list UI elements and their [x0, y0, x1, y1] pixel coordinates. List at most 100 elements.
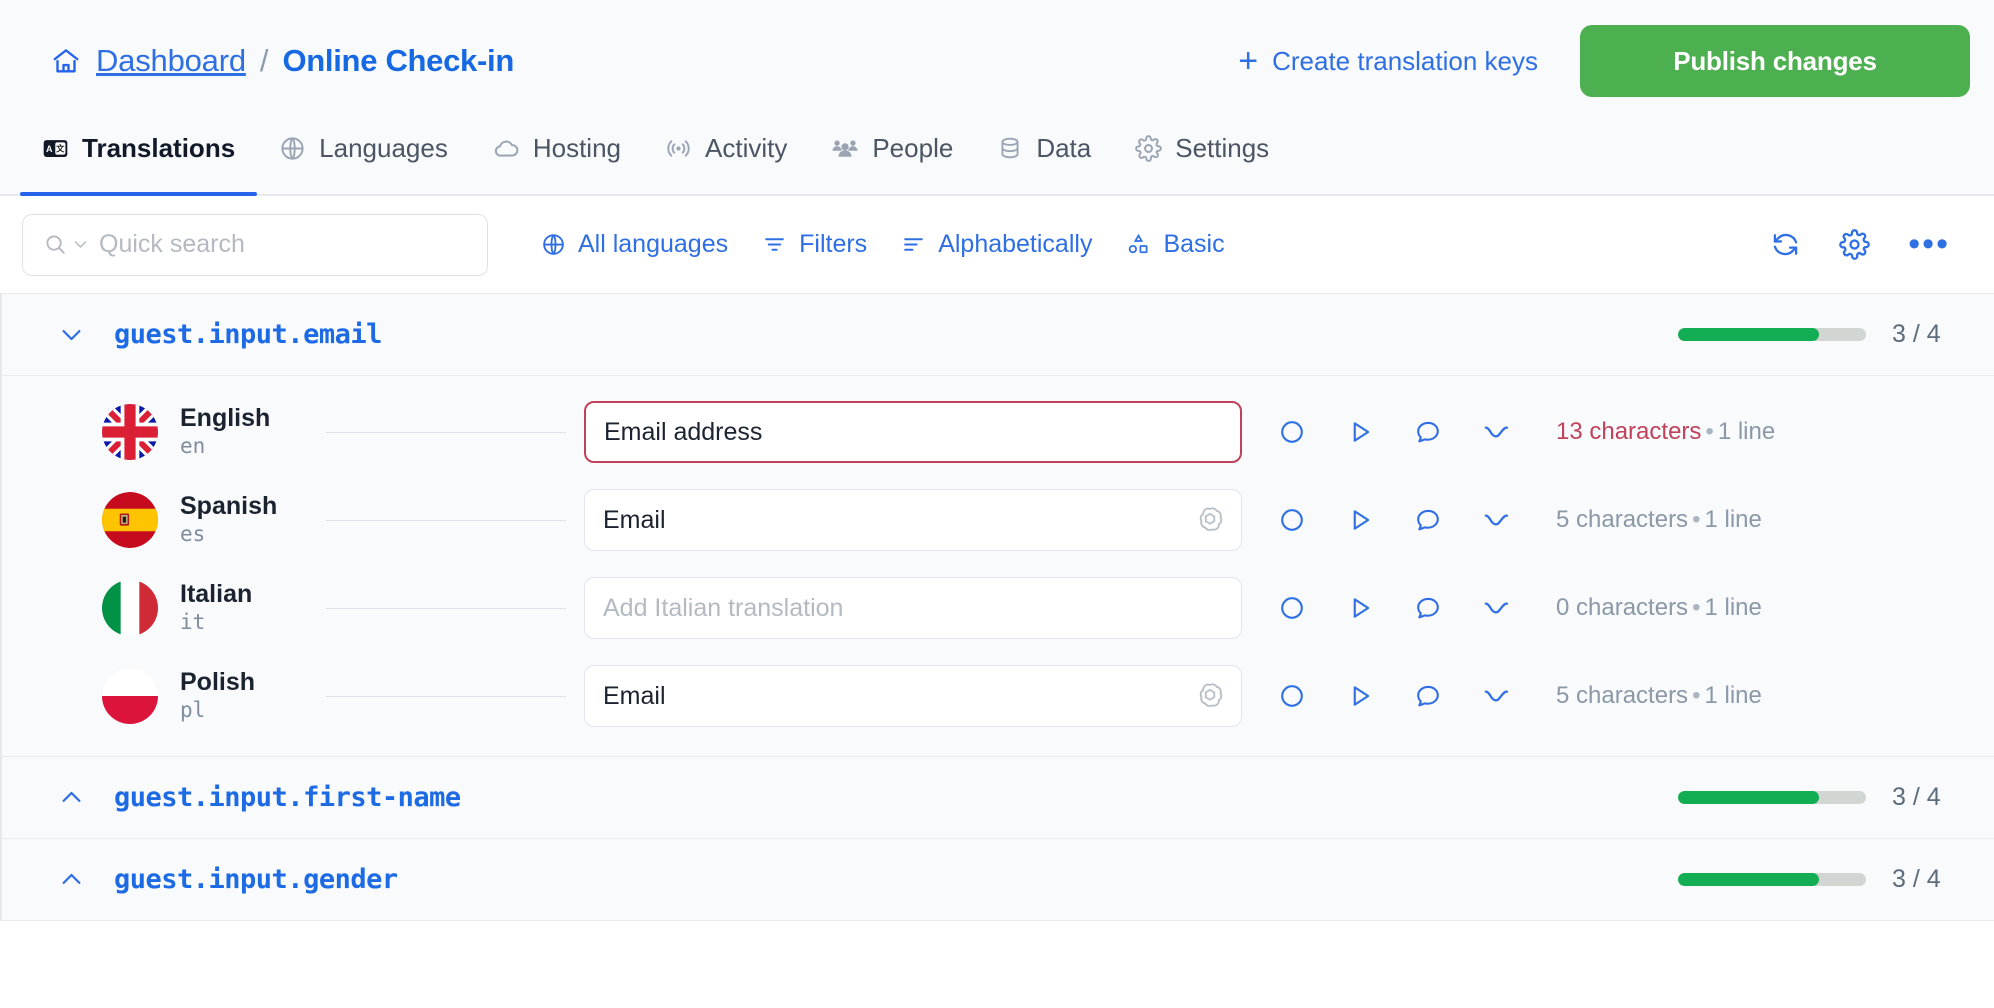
app-root: Dashboard / Online Check-in + Create tra… — [0, 0, 1994, 1008]
comment-icon[interactable] — [1414, 682, 1442, 710]
key-group-header-email[interactable]: guest.input.email 3 / 4 — [0, 294, 1994, 376]
openai-icon[interactable] — [1195, 505, 1225, 535]
line-count-value: 1 line — [1717, 418, 1776, 445]
character-count-value: 0 characters — [1556, 594, 1689, 621]
tag-icon[interactable] — [1482, 417, 1512, 447]
progress-bar — [1678, 791, 1866, 804]
play-icon[interactable] — [1346, 682, 1374, 710]
translation-input-es[interactable]: Email — [584, 489, 1242, 551]
sort-alphabetically[interactable]: Alphabetically — [884, 230, 1109, 259]
play-icon[interactable] — [1346, 594, 1374, 622]
home-icon[interactable] — [50, 45, 82, 77]
tab-data[interactable]: Data — [975, 122, 1113, 194]
publish-changes-button[interactable]: Publish changes — [1580, 25, 1970, 97]
sort-icon — [901, 232, 926, 257]
circle-icon[interactable] — [1278, 594, 1306, 622]
key-progress: 3 / 4 — [1678, 865, 1954, 894]
toolbar-right-actions: ••• — [1770, 227, 1968, 262]
translation-value: Email — [603, 681, 666, 710]
tab-settings[interactable]: Settings — [1113, 122, 1291, 194]
tab-people[interactable]: People — [809, 122, 975, 194]
create-translation-keys-button[interactable]: + Create translation keys — [1238, 44, 1538, 78]
character-count-es: 5 characters • 1 line — [1556, 506, 1762, 534]
tag-icon[interactable] — [1482, 681, 1512, 711]
tag-icon[interactable] — [1482, 593, 1512, 623]
row-actions-pl — [1278, 681, 1512, 711]
key-progress: 3 / 4 — [1678, 320, 1954, 349]
tab-languages[interactable]: Languages — [257, 122, 470, 194]
progress-label: 3 / 4 — [1892, 865, 1941, 893]
filter-filters[interactable]: Filters — [745, 230, 884, 259]
breadcrumb-dashboard-link[interactable]: Dashboard — [96, 43, 246, 79]
tab-activity-label: Activity — [705, 132, 788, 163]
comment-icon[interactable] — [1414, 418, 1442, 446]
gear-icon[interactable] — [1839, 229, 1871, 260]
language-name: English — [180, 403, 271, 432]
tab-translations[interactable]: A 文 Translations — [20, 122, 258, 196]
gear-icon — [1135, 134, 1163, 162]
tab-languages-label: Languages — [319, 132, 448, 163]
language-name: Spanish — [180, 491, 278, 520]
row-connector — [326, 695, 566, 697]
character-count-pl: 5 characters • 1 line — [1556, 682, 1762, 710]
view-mode-basic[interactable]: Basic — [1109, 230, 1241, 259]
key-name: guest.input.gender — [114, 864, 398, 895]
cloud-icon — [492, 134, 520, 162]
progress-bar — [1678, 873, 1866, 886]
more-icon[interactable]: ••• — [1908, 227, 1950, 262]
language-code: it — [180, 609, 206, 634]
line-count-value: 1 line — [1704, 594, 1762, 621]
tab-hosting[interactable]: Hosting — [470, 122, 643, 194]
filter-icon — [762, 232, 787, 257]
tab-settings-label: Settings — [1175, 132, 1270, 163]
language-code: pl — [180, 697, 206, 722]
chevron-up-icon[interactable] — [54, 784, 88, 811]
key-group-header-gender[interactable]: guest.input.gender 3 / 4 — [0, 839, 1994, 921]
plus-icon: + — [1238, 42, 1259, 80]
translation-placeholder: Add Italian translation — [603, 593, 844, 622]
flag-it-icon — [102, 580, 158, 636]
search-placeholder: Quick search — [99, 230, 245, 258]
row-connector — [326, 431, 566, 433]
progress-label: 3 / 4 — [1892, 320, 1941, 348]
progress-label: 3 / 4 — [1892, 783, 1941, 811]
tag-icon[interactable] — [1482, 505, 1512, 535]
character-count-value: 5 characters — [1556, 506, 1689, 533]
search-input[interactable]: Quick search — [22, 213, 488, 276]
translation-input-it[interactable]: Add Italian translation — [584, 577, 1242, 639]
refresh-icon[interactable] — [1770, 229, 1801, 260]
comment-icon[interactable] — [1414, 506, 1442, 534]
tab-people-label: People — [872, 132, 954, 163]
filter-all-languages[interactable]: All languages — [524, 230, 745, 259]
search-icon — [43, 232, 68, 257]
comment-icon[interactable] — [1414, 594, 1442, 622]
circle-icon[interactable] — [1278, 506, 1306, 534]
character-count-value: 13 characters — [1556, 418, 1702, 445]
translation-value: Email — [603, 505, 666, 534]
translation-input-pl[interactable]: Email — [584, 665, 1242, 727]
openai-icon[interactable] — [1195, 681, 1225, 711]
search-chevron-down-icon[interactable] — [72, 236, 89, 253]
translation-row-it: Italian it Add Italian translation 0 cha… — [2, 564, 1994, 652]
play-icon[interactable] — [1346, 418, 1374, 446]
chevron-down-icon[interactable] — [54, 321, 88, 348]
tab-activity[interactable]: Activity — [643, 122, 809, 194]
translation-input-en[interactable]: Email address — [584, 401, 1242, 463]
chevron-up-icon[interactable] — [54, 866, 88, 893]
circle-icon[interactable] — [1278, 682, 1306, 710]
line-count-value: 1 line — [1704, 506, 1762, 533]
translation-value: Email address — [604, 417, 763, 446]
circle-icon[interactable] — [1278, 418, 1306, 446]
language-info-es: Spanish es — [180, 492, 308, 548]
line-count-value: 1 line — [1704, 682, 1762, 709]
character-count-en: 13 characters • 1 line — [1556, 418, 1775, 446]
play-icon[interactable] — [1346, 506, 1374, 534]
key-group-header-first-name[interactable]: guest.input.first-name 3 / 4 — [0, 757, 1994, 839]
people-icon — [831, 134, 859, 162]
count-separator: • — [1692, 594, 1701, 621]
breadcrumb-current-project[interactable]: Online Check-in — [282, 43, 514, 79]
key-progress: 3 / 4 — [1678, 783, 1954, 812]
count-separator: • — [1705, 418, 1714, 445]
language-info-en: English en — [180, 404, 308, 460]
language-name: Italian — [180, 579, 253, 608]
